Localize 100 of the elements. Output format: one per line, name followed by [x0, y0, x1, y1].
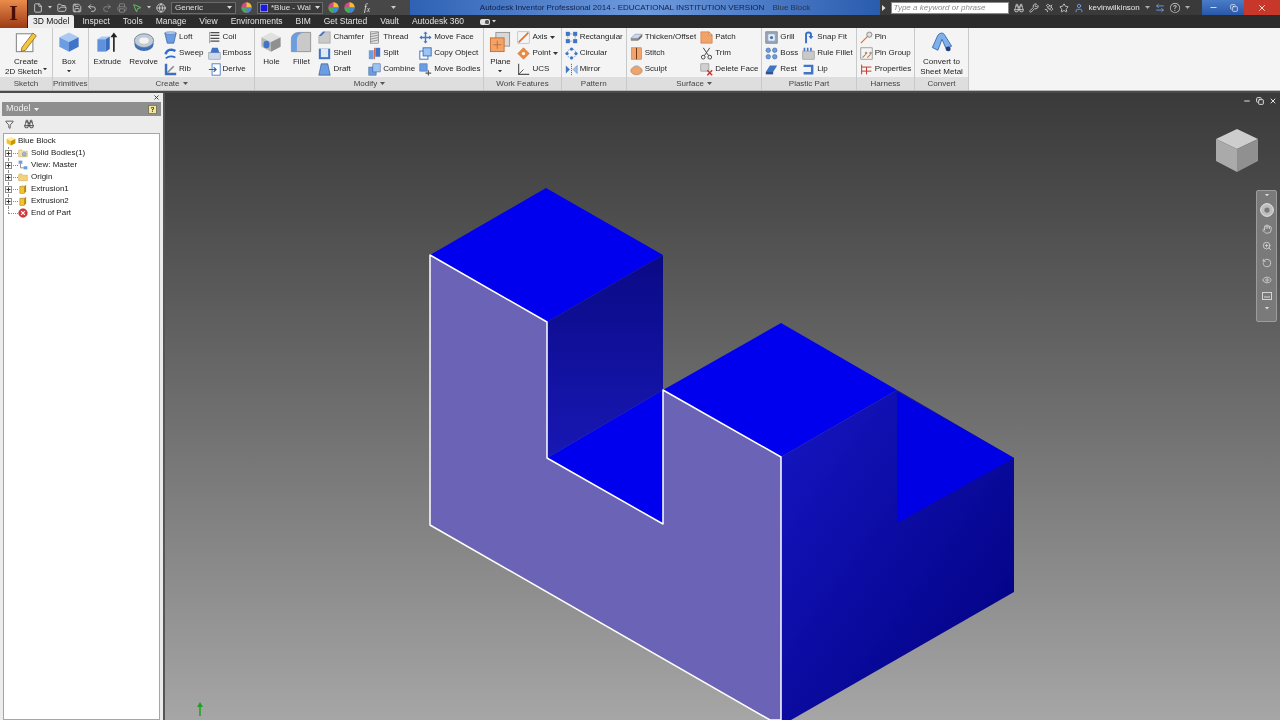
toggle-icon[interactable] [479, 18, 490, 25]
ribbon-tool-button[interactable]: Derive [207, 61, 252, 77]
ribbon-tool-button[interactable]: Convert to Sheet Metal [918, 28, 965, 77]
ribbon-tool-button[interactable]: Pin Group [859, 45, 912, 61]
star-icon[interactable] [1058, 2, 1069, 13]
minimize-icon[interactable] [1243, 97, 1251, 105]
screen-icon[interactable] [1261, 292, 1272, 301]
restore-icon[interactable] [1256, 97, 1264, 105]
expand-toggle[interactable] [5, 174, 12, 181]
tree-item[interactable]: Extrusion1 [31, 184, 69, 194]
close-panel-icon[interactable] [153, 94, 160, 101]
tree-item[interactable]: Blue Block [18, 136, 56, 146]
globe-icon[interactable] [156, 2, 166, 13]
ribbon-tool-button[interactable]: Pin [859, 29, 912, 45]
ribbon-tab[interactable]: View [194, 15, 223, 28]
appearance-dropdown[interactable]: *Blue - Wal [257, 1, 323, 14]
ribbon-tool-button[interactable]: Emboss [207, 45, 252, 61]
expand-toggle[interactable] [5, 186, 12, 193]
3d-block-model[interactable] [429, 188, 1014, 720]
expand-toggle[interactable] [5, 150, 12, 157]
ribbon-tab[interactable]: Manage [150, 15, 192, 28]
user-icon[interactable] [1073, 2, 1084, 13]
ribbon-tool-button[interactable]: Rectangular [564, 29, 623, 45]
new-file-icon[interactable] [33, 2, 43, 13]
ribbon-tool-button[interactable]: Extrude [91, 28, 124, 77]
expand-toggle[interactable] [5, 162, 12, 169]
ribbon-tool-button[interactable]: Box [55, 28, 82, 77]
close-icon[interactable] [1269, 97, 1277, 105]
ribbon-tool-button[interactable]: Snap Fit [802, 29, 853, 45]
ribbon-tab[interactable]: 3D Model [28, 15, 75, 28]
ribbon-tool-button[interactable]: Stitch [629, 45, 697, 61]
ribbon-tool-button[interactable]: Move Bodies [419, 61, 481, 77]
ribbon-tool-button[interactable]: Boss [765, 45, 799, 61]
ribbon-tool-button[interactable]: Axis [517, 29, 558, 45]
view-cube[interactable] [1214, 127, 1260, 173]
ribbon-tool-button[interactable]: Rest [765, 61, 799, 77]
tree-item[interactable]: End of Part [31, 208, 72, 218]
ribbon-tool-button[interactable]: Properties [859, 61, 912, 77]
ribbon-tool-button[interactable]: Patch [700, 29, 759, 45]
ribbon-tab[interactable]: Tools [117, 15, 148, 28]
ribbon-tool-button[interactable]: Chamfer [318, 29, 365, 45]
ribbon-tool-button[interactable]: Draft [318, 61, 365, 77]
tree-item[interactable]: Extrusion2 [31, 196, 69, 206]
ribbon-tab[interactable]: Vault [375, 15, 404, 28]
ribbon-tool-button[interactable]: Create 2D Sketch [3, 28, 49, 77]
ribbon-tab[interactable]: Inspect [77, 15, 115, 28]
ribbon-tool-button[interactable]: Combine [368, 61, 416, 77]
tree-item[interactable]: Solid Bodies(1) [31, 148, 86, 158]
ribbon-tool-button[interactable]: Rib [164, 61, 204, 77]
ribbon-tab[interactable]: Get Started [318, 15, 373, 28]
tree-item[interactable]: View: Master [31, 160, 78, 170]
printer-icon[interactable] [117, 2, 127, 13]
binoculars-icon[interactable] [24, 119, 34, 129]
ribbon-tab[interactable]: BIM [290, 15, 316, 28]
ribbon-tool-button[interactable]: UCS [517, 61, 558, 77]
ribbon-tool-button[interactable]: Shell [318, 45, 365, 61]
steering-wheel-icon[interactable] [1259, 203, 1274, 218]
undo-icon[interactable] [87, 2, 97, 13]
ribbon-tool-button[interactable]: Grill [765, 29, 799, 45]
ribbon-tool-button[interactable]: Thicken/Offset [629, 29, 697, 45]
parameters-button[interactable]: f$_{x}$ [364, 1, 371, 14]
ribbon-tool-button[interactable]: Mirror [564, 61, 623, 77]
expand-toggle[interactable] [5, 198, 12, 205]
ribbon-tool-button[interactable]: Revolve [127, 28, 161, 77]
save-icon[interactable] [72, 2, 82, 13]
wrench-icon[interactable] [1028, 2, 1039, 13]
close-button[interactable] [1244, 0, 1280, 15]
ribbon-tool-button[interactable]: Sweep [164, 45, 204, 61]
application-menu-button[interactable]: I [0, 0, 28, 28]
ribbon-tool-button[interactable]: Copy Object [419, 45, 481, 61]
satellite-icon[interactable] [1043, 2, 1054, 13]
ribbon-tool-button[interactable]: Plane [487, 28, 514, 77]
search-field[interactable]: Type a keyword or phrase [890, 1, 1009, 14]
ribbon-tool-button[interactable]: Point [517, 45, 558, 61]
filter-icon[interactable] [5, 119, 14, 129]
ribbon-tool-button[interactable]: Trim [700, 45, 759, 61]
ribbon-tool-button[interactable]: Lip [802, 61, 853, 77]
ribbon-tool-button[interactable]: Move Face [419, 29, 481, 45]
ribbon-tool-button[interactable]: Thread [368, 29, 416, 45]
ribbon-group-menu[interactable]: Modify [353, 77, 386, 90]
ribbon-tool-button[interactable]: Fillet [288, 28, 315, 77]
ribbon-tool-button[interactable]: Sculpt [629, 61, 697, 77]
material-dropdown[interactable]: Generic [171, 1, 236, 14]
ribbon-tab[interactable]: Autodesk 360 [406, 15, 469, 28]
color-ball-icon[interactable] [241, 2, 252, 13]
folder-icon[interactable] [57, 2, 67, 13]
exchange-arrows-icon[interactable] [1154, 2, 1165, 13]
help-icon[interactable] [148, 104, 157, 114]
color-ball-icon[interactable] [328, 2, 339, 13]
help-icon[interactable] [1169, 2, 1180, 13]
ribbon-tool-button[interactable]: Circular [564, 45, 623, 61]
ribbon-tool-button[interactable]: Hole [258, 28, 285, 77]
binoculars-icon[interactable] [1013, 2, 1024, 13]
pointer-icon[interactable] [132, 2, 142, 13]
ribbon-tool-button[interactable]: Coil [207, 29, 252, 45]
ribbon-tool-button[interactable]: Loft [164, 29, 204, 45]
tree-item[interactable]: Origin [31, 172, 53, 182]
ribbon-tab[interactable]: Environments [225, 15, 288, 28]
ribbon-tool-button[interactable]: Rule Fillet [802, 45, 853, 61]
ribbon-tool-button[interactable]: Split [368, 45, 416, 61]
